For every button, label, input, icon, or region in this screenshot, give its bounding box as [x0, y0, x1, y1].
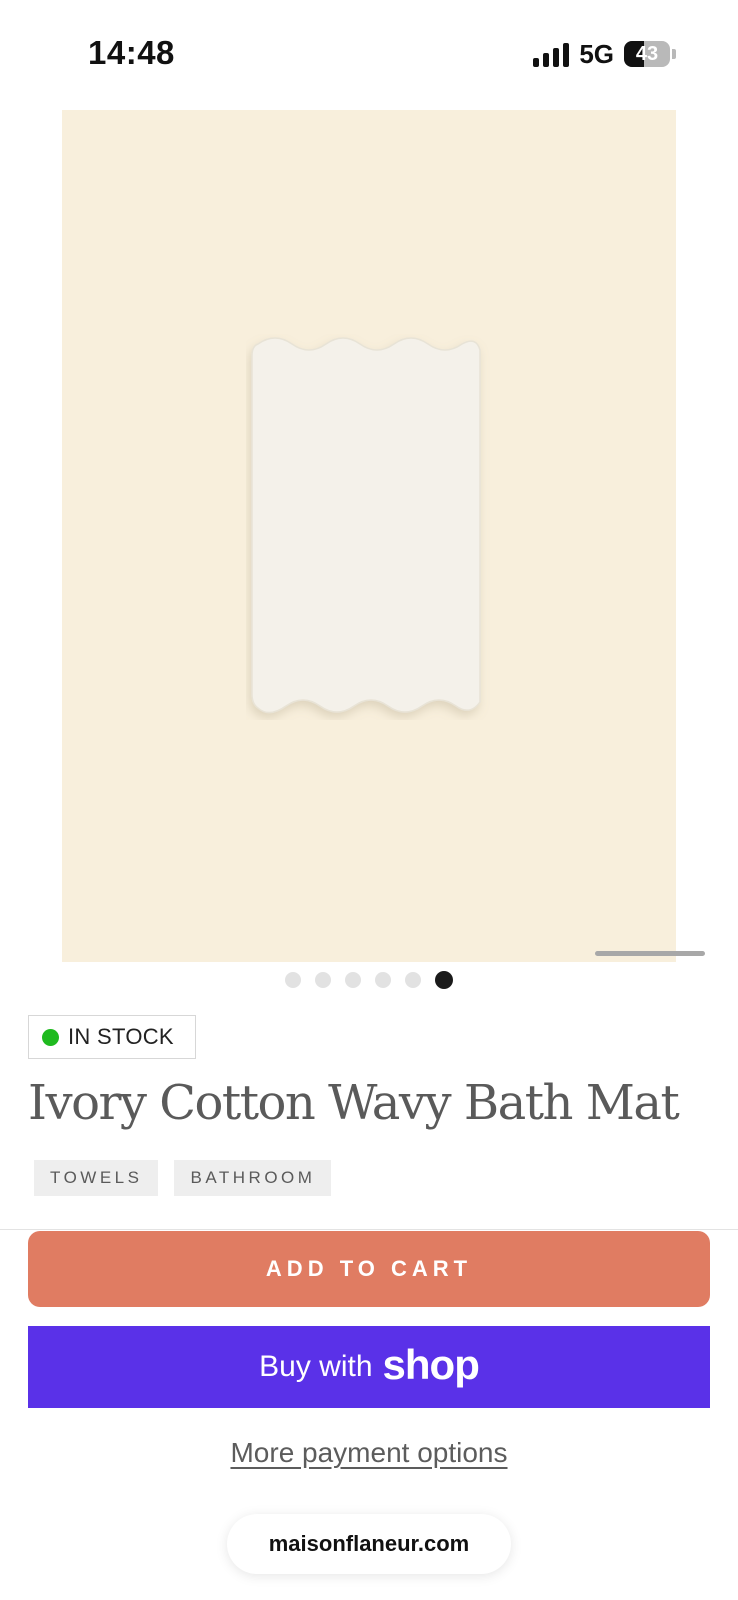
- stock-status: IN STOCK: [68, 1024, 174, 1049]
- product-title: Ivory Cotton Wavy Bath Mat: [28, 1075, 680, 1131]
- carousel-dot[interactable]: [405, 972, 421, 988]
- buy-with-shop-button[interactable]: Buy with shop: [28, 1326, 710, 1408]
- carousel-dots: [0, 971, 738, 989]
- status-bar: 14:48 5G 43: [0, 0, 738, 100]
- shop-logo: shop: [382, 1341, 480, 1388]
- network-type: 5G: [579, 38, 614, 69]
- carousel-dot[interactable]: [345, 972, 361, 988]
- battery-tip: [672, 49, 676, 59]
- stock-badge: IN STOCK: [28, 1015, 196, 1059]
- more-payment-options-link[interactable]: More payment options: [0, 1437, 738, 1469]
- status-icons: 5G 43: [533, 38, 676, 70]
- battery-level: 43: [635, 43, 659, 65]
- carousel-dot[interactable]: [315, 972, 331, 988]
- product-image[interactable]: [62, 110, 676, 962]
- carousel-dot[interactable]: [285, 972, 301, 988]
- buy-with-label: Buy with: [259, 1350, 373, 1383]
- in-stock-dot-icon: [42, 1028, 59, 1046]
- product-tags: TOWELS BATHROOM: [34, 1160, 332, 1196]
- divider: [0, 1229, 738, 1230]
- battery-icon: 43: [624, 41, 670, 67]
- tag-bathroom[interactable]: BATHROOM: [174, 1160, 332, 1196]
- carousel-dot[interactable]: [375, 972, 391, 988]
- bath-mat-image: [251, 337, 481, 714]
- url-bar[interactable]: maisonflaneur.com: [227, 1514, 511, 1574]
- scroll-indicator: [595, 951, 705, 956]
- tag-towels[interactable]: TOWELS: [34, 1160, 159, 1196]
- status-time: 14:48: [88, 34, 175, 71]
- add-to-cart-button[interactable]: ADD TO CART: [28, 1231, 710, 1307]
- signal-icon: [533, 41, 570, 67]
- carousel-dot[interactable]: [435, 971, 453, 989]
